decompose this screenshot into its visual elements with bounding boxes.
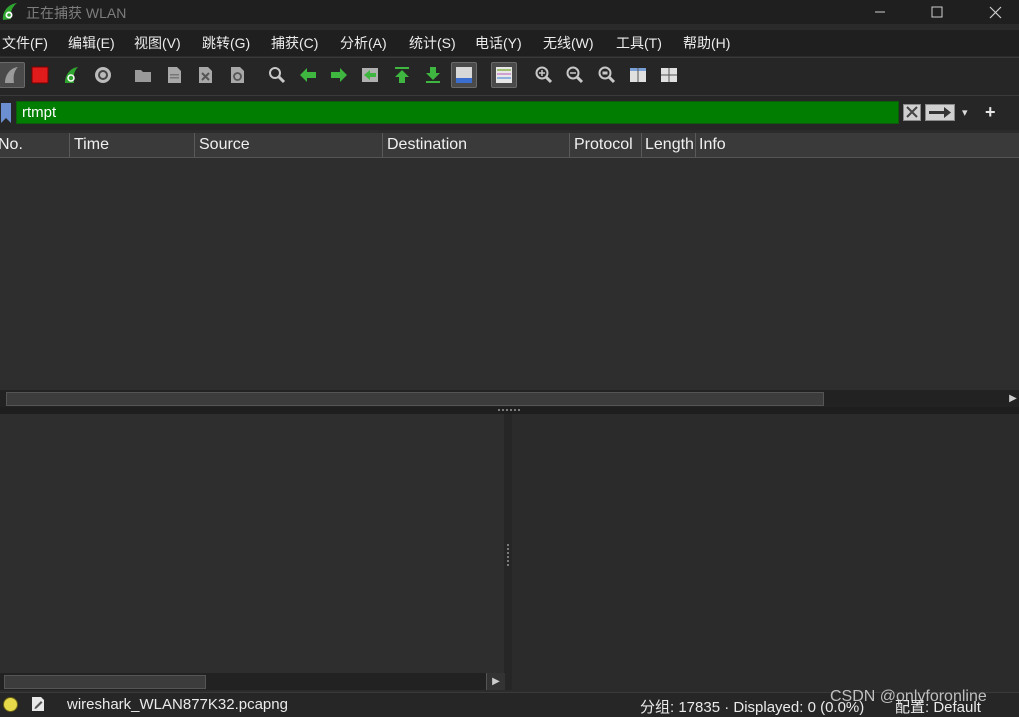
restart-capture-button[interactable] [59, 62, 85, 88]
minimize-icon [875, 11, 885, 13]
wireshark-logo-icon [2, 3, 18, 20]
scroll-right-arrow-icon[interactable]: ▶ [486, 673, 505, 690]
add-filter-button[interactable]: + [985, 102, 996, 123]
colorize-icon [496, 67, 512, 83]
packet-list[interactable] [0, 158, 1019, 390]
column-divider[interactable] [641, 133, 642, 157]
menu-statistics[interactable]: 统计(S) [409, 33, 456, 53]
open-file-button[interactable] [130, 62, 156, 88]
menu-help[interactable]: 帮助(H) [683, 33, 730, 53]
find-packet-icon [269, 67, 286, 84]
menu-file[interactable]: 文件(F) [2, 33, 48, 53]
column-divider[interactable] [194, 133, 195, 157]
go-back-button[interactable] [295, 62, 321, 88]
open-file-icon [135, 70, 151, 82]
resize-columns-button[interactable] [625, 62, 651, 88]
save-file-button[interactable] [161, 62, 187, 88]
first-packet-button[interactable] [389, 62, 415, 88]
scroll-right-arrow-icon[interactable]: ▶ [1007, 390, 1019, 407]
save-file-icon [168, 67, 181, 83]
expert-info-led-icon[interactable] [3, 697, 18, 712]
menu-capture[interactable]: 捕获(C) [271, 33, 318, 53]
close-icon [989, 6, 1001, 18]
minimize-button[interactable] [851, 0, 909, 24]
last-packet-button[interactable] [420, 62, 446, 88]
capture-options-icon [95, 67, 111, 83]
last-packet-icon [426, 67, 440, 83]
menu-edit[interactable]: 编辑(E) [68, 33, 115, 53]
menu-analyze[interactable]: 分析(A) [340, 33, 387, 53]
window-title: 正在捕获 WLAN [26, 5, 127, 21]
autoscroll-button[interactable] [451, 62, 477, 88]
close-file-button[interactable] [192, 62, 218, 88]
apply-filter-button[interactable] [925, 104, 955, 121]
restart-capture-icon [65, 67, 78, 83]
maximize-icon [931, 6, 943, 18]
stop-capture-icon [31, 66, 49, 84]
column-header-info[interactable]: Info [699, 136, 999, 154]
zoom-in-icon [535, 66, 553, 84]
autoscroll-icon [456, 67, 472, 83]
menu-view[interactable]: 视图(V) [134, 33, 181, 53]
packet-bytes-pane[interactable] [512, 414, 1019, 690]
filter-bookmark-icon[interactable] [0, 102, 12, 124]
expand-subtrees-icon [661, 68, 677, 82]
display-filter-input[interactable] [16, 101, 899, 124]
expand-subtrees-button[interactable] [656, 62, 682, 88]
zoom-normal-icon [598, 66, 616, 84]
menu-telephony[interactable]: 电话(Y) [475, 33, 522, 53]
scrollbar-thumb[interactable] [6, 392, 824, 406]
column-divider[interactable] [382, 133, 383, 157]
close-window-button[interactable] [966, 0, 1019, 24]
column-divider[interactable] [569, 133, 570, 157]
capture-comment-icon[interactable] [30, 696, 46, 712]
column-divider[interactable] [69, 133, 70, 157]
menu-wireless[interactable]: 无线(W) [543, 33, 594, 53]
close-file-icon [199, 67, 212, 83]
column-header-source[interactable]: Source [199, 136, 379, 154]
go-to-packet-icon [362, 68, 378, 82]
start-capture-icon [5, 67, 18, 83]
csdn-watermark: CSDN @onlyforonline [830, 688, 987, 705]
find-packet-button[interactable] [264, 62, 290, 88]
column-header-no[interactable]: No. [0, 136, 66, 154]
stop-capture-button[interactable] [27, 62, 53, 88]
go-back-icon [300, 68, 316, 82]
maximize-button[interactable] [908, 0, 966, 24]
menu-tools[interactable]: 工具(T) [616, 33, 662, 53]
column-header-protocol[interactable]: Protocol [574, 136, 640, 154]
zoom-in-button[interactable] [531, 62, 557, 88]
go-forward-button[interactable] [326, 62, 352, 88]
capture-options-button[interactable] [90, 62, 116, 88]
zoom-out-button[interactable] [562, 62, 588, 88]
zoom-out-icon [566, 66, 584, 84]
reload-file-icon [231, 67, 244, 83]
column-header-destination[interactable]: Destination [387, 136, 567, 154]
filter-history-dropdown[interactable]: ▾ [962, 106, 968, 119]
reload-file-button[interactable] [224, 62, 250, 88]
clear-icon [906, 106, 918, 118]
column-header-length[interactable]: Length [645, 136, 694, 154]
menu-go[interactable]: 跳转(G) [202, 33, 250, 53]
zoom-normal-button[interactable] [594, 62, 620, 88]
colorize-button[interactable] [491, 62, 517, 88]
go-forward-icon [331, 68, 347, 82]
capture-file-name: wireshark_WLAN877K32.pcapng [67, 696, 288, 713]
packet-details-pane[interactable] [0, 414, 504, 673]
clear-filter-button[interactable] [903, 104, 921, 121]
first-packet-icon [395, 67, 409, 83]
column-divider[interactable] [695, 133, 696, 157]
start-capture-button[interactable] [0, 62, 25, 88]
resize-columns-icon [630, 68, 646, 82]
arrow-right-icon [929, 107, 951, 118]
scrollbar-thumb[interactable] [4, 675, 206, 689]
column-header-time[interactable]: Time [74, 136, 192, 154]
go-to-packet-button[interactable] [357, 62, 383, 88]
